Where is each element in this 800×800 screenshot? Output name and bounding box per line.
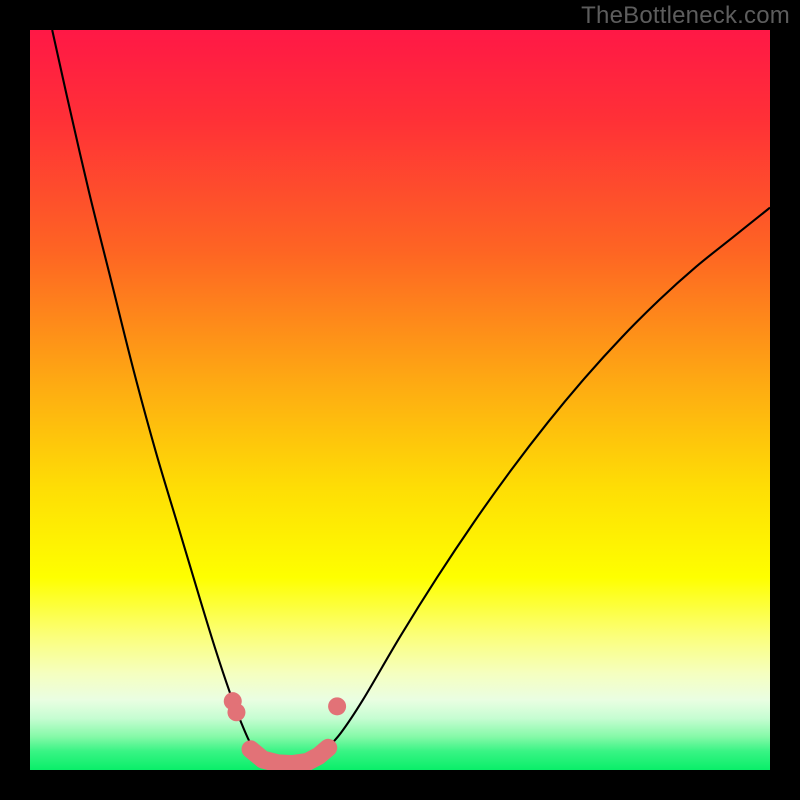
trough-dot	[227, 703, 245, 721]
trough-dot	[328, 697, 346, 715]
watermark-text: TheBottleneck.com	[581, 2, 790, 30]
bottleneck-chart	[30, 30, 770, 770]
chart-frame: TheBottleneck.com	[0, 0, 800, 800]
